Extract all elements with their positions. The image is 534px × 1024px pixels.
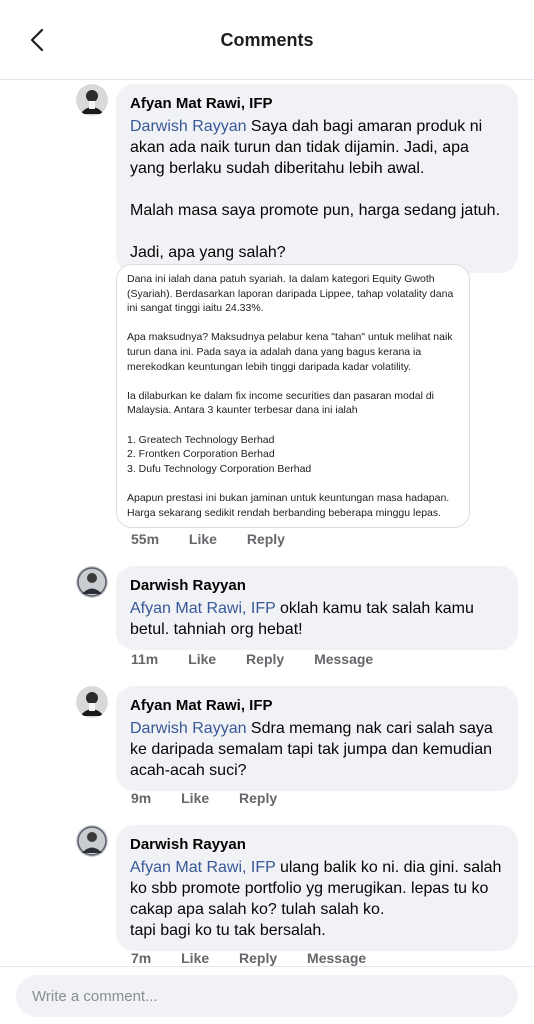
comment-author[interactable]: Afyan Mat Rawi, IFP [130,696,504,716]
comment-bubble: Darwish Rayyan Afyan Mat Rawi, IFP ulang… [116,825,518,951]
comment-time: 55m [131,531,160,547]
mention-link[interactable]: Darwish Rayyan [130,720,246,737]
comment-actions: 11m Like Reply Message [131,651,399,667]
profile-photo-icon [76,84,108,116]
comment-feed[interactable]: Afyan Mat Rawi, IFP Darwish Rayyan Saya … [0,80,534,966]
message-button[interactable]: Message [307,950,366,966]
profile-photo-icon [76,825,108,857]
profile-photo-icon [76,566,108,598]
comment-author[interactable]: Darwish Rayyan [130,576,504,596]
comment-bubble: Afyan Mat Rawi, IFP Darwish Rayyan Saya … [116,84,518,273]
message-button[interactable]: Message [314,651,373,667]
like-button[interactable]: Like [189,531,217,547]
avatar[interactable] [76,825,108,857]
reply-button[interactable]: Reply [246,651,284,667]
page-title: Comments [220,30,314,50]
avatar[interactable] [76,566,108,598]
comment-actions: 55m Like Reply [131,531,311,547]
comment-text: Darwish Rayyan Saya dah bagi amaran prod… [130,118,501,261]
profile-photo-icon [76,686,108,718]
comment-time: 9m [131,790,152,806]
comment-time: 7m [131,950,152,966]
like-button[interactable]: Like [181,790,209,806]
comment-bubble: Darwish Rayyan Afyan Mat Rawi, IFP oklah… [116,566,518,650]
mention-link[interactable]: Afyan Mat Rawi, IFP [130,859,276,876]
comment-author[interactable]: Afyan Mat Rawi, IFP [130,94,504,114]
like-button[interactable]: Like [181,950,209,966]
comment-actions: 9m Like Reply [131,790,303,806]
comment-actions: 7m Like Reply Message [131,950,392,966]
comment-input[interactable] [16,975,518,1017]
mention-link[interactable]: Afyan Mat Rawi, IFP [130,600,276,617]
reply-button[interactable]: Reply [247,531,285,547]
comment-author[interactable]: Darwish Rayyan [130,835,504,855]
comment-text: Darwish Rayyan Sdra memang nak cari sala… [130,720,493,779]
top-bar: Comments [0,0,534,80]
comment-composer [0,966,534,1024]
mention-link[interactable]: Darwish Rayyan [130,118,246,135]
like-button[interactable]: Like [188,651,216,667]
comment-text: Afyan Mat Rawi, IFP ulang balik ko ni. d… [130,859,502,939]
comment-text: Afyan Mat Rawi, IFP oklah kamu tak salah… [130,600,474,638]
comment-attachment-image[interactable]: Dana ini ialah dana patuh syariah. Ia da… [116,264,470,529]
avatar[interactable] [76,84,108,116]
reply-button[interactable]: Reply [239,950,277,966]
reply-button[interactable]: Reply [239,790,277,806]
avatar[interactable] [76,686,108,718]
comment-time: 11m [131,651,159,667]
comment-bubble: Afyan Mat Rawi, IFP Darwish Rayyan Sdra … [116,686,518,791]
